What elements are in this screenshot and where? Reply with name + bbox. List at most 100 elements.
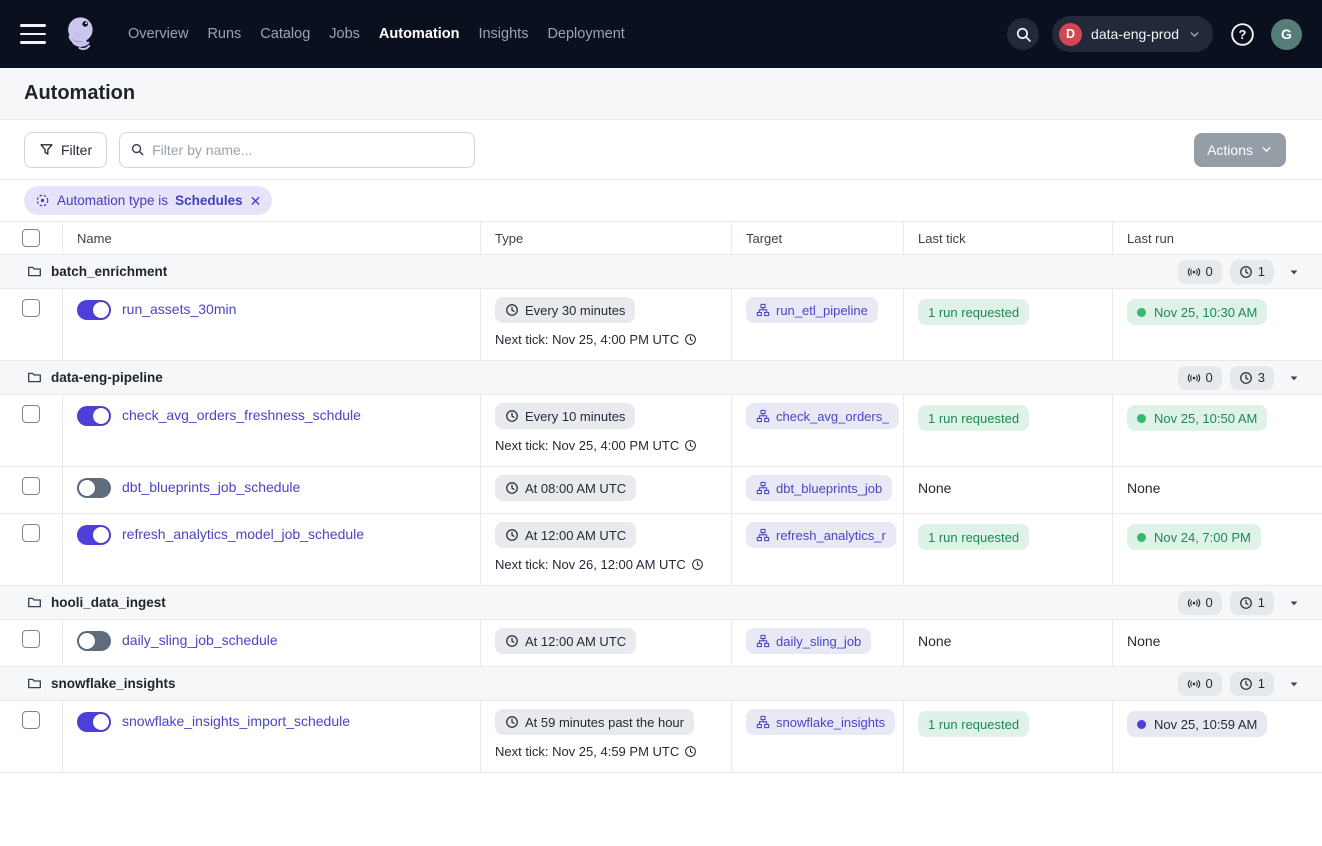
schedule-name-link[interactable]: check_avg_orders_freshness_schdule: [122, 407, 361, 423]
sensor-count: 0: [1206, 370, 1213, 385]
row-checkbox[interactable]: [22, 405, 40, 423]
group-row[interactable]: batch_enrichment 0 1: [0, 255, 1322, 289]
target-pill[interactable]: check_avg_orders_: [746, 403, 899, 429]
dagster-logo-icon[interactable]: [62, 10, 106, 58]
schedule-name-link[interactable]: dbt_blueprints_job_schedule: [122, 479, 300, 495]
help-icon[interactable]: ?: [1226, 18, 1258, 50]
group-name: batch_enrichment: [51, 264, 167, 279]
group-row[interactable]: snowflake_insights 0 1: [0, 667, 1322, 701]
run-status-dot: [1137, 720, 1146, 729]
column-header-name: Name: [62, 222, 480, 254]
job-graph-icon: [756, 303, 770, 317]
job-graph-icon: [756, 409, 770, 423]
target-label: run_etl_pipeline: [776, 303, 868, 318]
folder-icon: [27, 676, 42, 691]
collapse-caret-icon[interactable]: [1288, 678, 1300, 690]
folder-icon: [27, 264, 42, 279]
clock-icon: [1239, 265, 1253, 279]
last-tick-status: 1 run requested: [918, 299, 1029, 325]
enabled-toggle[interactable]: [77, 712, 111, 732]
filter-button[interactable]: Filter: [24, 132, 107, 168]
column-header-target: Target: [731, 222, 903, 254]
target-pill[interactable]: dbt_blueprints_job: [746, 475, 892, 501]
last-run-status[interactable]: Nov 25, 10:59 AM: [1127, 711, 1267, 737]
job-graph-icon: [756, 481, 770, 495]
row-checkbox[interactable]: [22, 299, 40, 317]
schedule-count: 1: [1258, 264, 1265, 279]
group-name: data-eng-pipeline: [51, 370, 163, 385]
enabled-toggle[interactable]: [77, 478, 111, 498]
nav-item-catalog[interactable]: Catalog: [260, 26, 310, 42]
collapse-caret-icon[interactable]: [1288, 266, 1300, 278]
row-checkbox[interactable]: [22, 477, 40, 495]
hamburger-menu-icon[interactable]: [20, 24, 48, 44]
table-row: daily_sling_job_schedule At 12:00 AM UTC…: [0, 620, 1322, 667]
enabled-toggle[interactable]: [77, 631, 111, 651]
enabled-toggle[interactable]: [77, 300, 111, 320]
last-run-status: None: [1127, 477, 1160, 496]
name-filter-input[interactable]: [152, 142, 464, 158]
group-row[interactable]: hooli_data_ingest 0 1: [0, 586, 1322, 620]
schedule-type-label: At 12:00 AM UTC: [525, 634, 626, 649]
nav-item-jobs[interactable]: Jobs: [329, 26, 360, 42]
clock-icon: [684, 439, 697, 452]
nav-item-overview[interactable]: Overview: [128, 26, 188, 42]
row-checkbox[interactable]: [22, 630, 40, 648]
schedule-name-link[interactable]: run_assets_30min: [122, 301, 236, 317]
clock-icon: [505, 715, 519, 729]
schedule-name-link[interactable]: daily_sling_job_schedule: [122, 632, 278, 648]
active-filters-row: Automation type is Schedules ✕: [0, 180, 1322, 222]
toolbar: Filter Actions: [0, 120, 1322, 180]
next-tick-label: Next tick: Nov 26, 12:00 AM UTC: [495, 557, 686, 572]
last-tick-status: None: [918, 630, 951, 649]
nav-item-automation[interactable]: Automation: [379, 26, 460, 42]
target-label: daily_sling_job: [776, 634, 861, 649]
row-checkbox[interactable]: [22, 524, 40, 542]
column-header-last-tick: Last tick: [903, 222, 1112, 254]
schedule-type-pill: At 08:00 AM UTC: [495, 475, 636, 501]
group-row[interactable]: data-eng-pipeline 0 3: [0, 361, 1322, 395]
schedule-count-badge: 3: [1230, 366, 1274, 390]
last-run-status: None: [1127, 630, 1160, 649]
clock-icon: [505, 409, 519, 423]
target-pill[interactable]: daily_sling_job: [746, 628, 871, 654]
sensor-count-badge: 0: [1178, 366, 1222, 390]
sensor-count-badge: 0: [1178, 260, 1222, 284]
last-run-status[interactable]: Nov 24, 7:00 PM: [1127, 524, 1261, 550]
select-all-checkbox[interactable]: [22, 229, 40, 247]
enabled-toggle[interactable]: [77, 525, 111, 545]
nav-item-runs[interactable]: Runs: [207, 26, 241, 42]
nav-item-deployment[interactable]: Deployment: [547, 26, 624, 42]
schedule-name-link[interactable]: refresh_analytics_model_job_schedule: [122, 526, 364, 542]
last-run-status[interactable]: Nov 25, 10:50 AM: [1127, 405, 1267, 431]
schedule-name-link[interactable]: snowflake_insights_import_schedule: [122, 713, 350, 729]
search-icon[interactable]: [1007, 18, 1039, 50]
next-tick-text: Next tick: Nov 26, 12:00 AM UTC: [495, 557, 717, 572]
folder-icon: [27, 370, 42, 385]
actions-button-label: Actions: [1207, 142, 1253, 158]
clock-icon: [505, 303, 519, 317]
target-pill[interactable]: snowflake_insights: [746, 709, 895, 735]
schedule-type-pill: At 12:00 AM UTC: [495, 628, 636, 654]
nav-item-insights[interactable]: Insights: [478, 26, 528, 42]
user-avatar[interactable]: G: [1271, 19, 1302, 50]
automation-type-filter-chip[interactable]: Automation type is Schedules ✕: [24, 186, 272, 215]
actions-button[interactable]: Actions: [1194, 133, 1286, 167]
workspace-switcher[interactable]: D data-eng-prod: [1052, 16, 1213, 52]
next-tick-label: Next tick: Nov 25, 4:59 PM UTC: [495, 744, 679, 759]
remove-filter-icon[interactable]: ✕: [250, 194, 262, 208]
last-run-time: Nov 24, 7:00 PM: [1154, 530, 1251, 545]
next-tick-label: Next tick: Nov 25, 4:00 PM UTC: [495, 332, 679, 347]
last-run-status[interactable]: Nov 25, 10:30 AM: [1127, 299, 1267, 325]
enabled-toggle[interactable]: [77, 406, 111, 426]
target-pill[interactable]: run_etl_pipeline: [746, 297, 878, 323]
filter-button-label: Filter: [61, 142, 92, 158]
collapse-caret-icon[interactable]: [1288, 372, 1300, 384]
sensor-count: 0: [1206, 264, 1213, 279]
row-checkbox[interactable]: [22, 711, 40, 729]
automation-type-icon: [35, 193, 50, 208]
target-pill[interactable]: refresh_analytics_r: [746, 522, 896, 548]
job-graph-icon: [756, 634, 770, 648]
next-tick-label: Next tick: Nov 25, 4:00 PM UTC: [495, 438, 679, 453]
collapse-caret-icon[interactable]: [1288, 597, 1300, 609]
